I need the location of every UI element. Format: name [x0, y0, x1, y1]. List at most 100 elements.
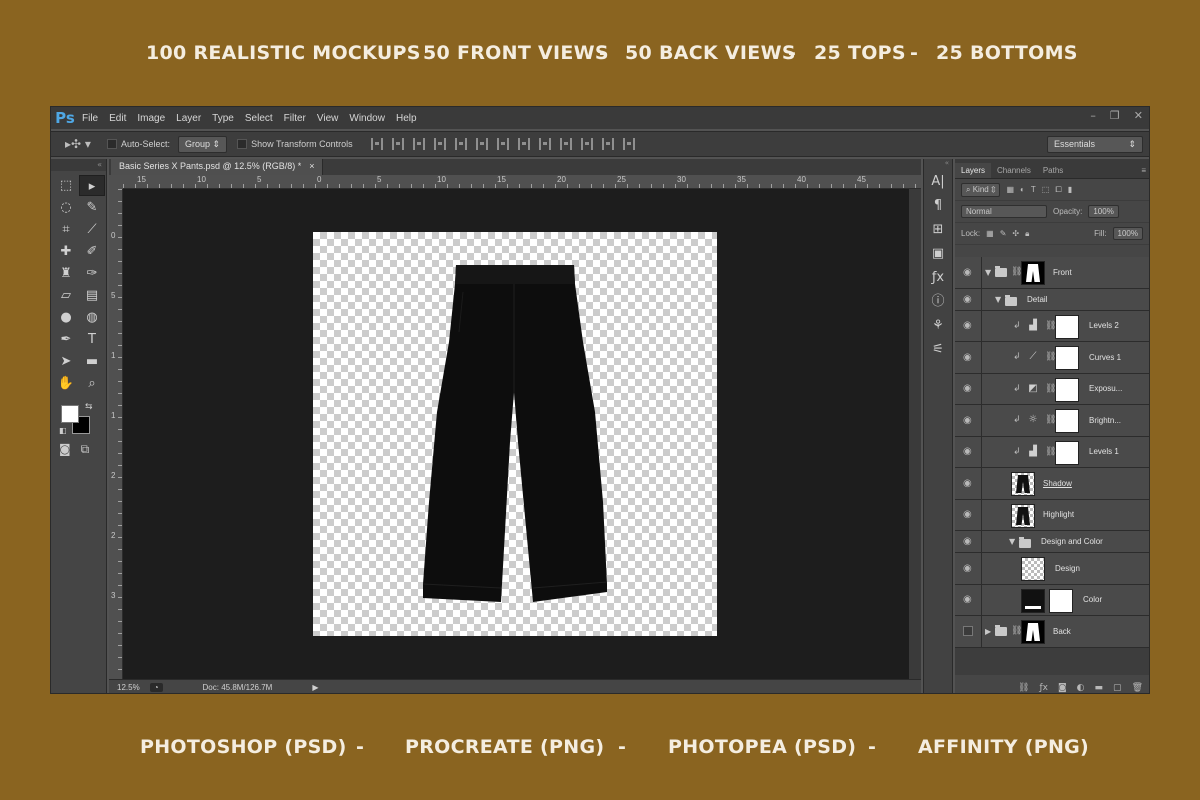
auto-select-checkbox[interactable]	[107, 139, 117, 149]
character-panel-icon[interactable]: A|	[924, 171, 952, 193]
layer-row-color[interactable]: ◉ Color	[955, 584, 1149, 616]
menu-type[interactable]: Type	[212, 113, 241, 124]
opacity-input[interactable]: 100%	[1088, 205, 1119, 218]
marquee-tool-icon[interactable]: ⬚	[53, 175, 79, 196]
visibility-eye-icon[interactable]: ◉	[963, 594, 974, 605]
close-icon[interactable]: ✕	[1134, 109, 1143, 122]
lock-position-icon[interactable]: ✣	[1012, 229, 1019, 238]
menu-file[interactable]: File	[82, 113, 105, 124]
filter-smart-icon[interactable]: ⧠	[1055, 185, 1061, 195]
healing-tool-icon[interactable]: ✚	[53, 241, 79, 262]
menu-edit[interactable]: Edit	[109, 113, 133, 124]
distribute-left-icon[interactable]	[559, 138, 572, 150]
fx-panel-icon[interactable]: ƒx	[924, 267, 952, 289]
brush-presets-panel-icon[interactable]: ⚘	[924, 315, 952, 337]
visibility-eye-icon[interactable]: ◉	[963, 267, 974, 278]
visibility-eye-icon[interactable]: ◉	[963, 383, 974, 394]
layer-row-brightness[interactable]: ◉ ↲ ☼ ⛓ Brightn...	[955, 405, 1149, 437]
zoom-level[interactable]: 12.5%	[117, 683, 140, 692]
distribute-right-icon[interactable]	[601, 138, 614, 150]
tab-layers[interactable]: Layers	[955, 163, 992, 178]
layer-row-levels-1[interactable]: ◉ ↲ ▟ ⛓ Levels 1	[955, 436, 1149, 468]
layer-row-exposure[interactable]: ◉ ↲ ◩ ⛓ Exposu...	[955, 373, 1149, 405]
visibility-eye-icon[interactable]: ◉	[963, 320, 974, 331]
new-group-icon[interactable]: ▬	[1095, 683, 1104, 693]
status-menu-arrow-icon[interactable]: ▶	[312, 683, 318, 692]
filter-type-icon[interactable]: T	[1031, 185, 1036, 194]
blend-mode-dropdown[interactable]: Normal	[961, 205, 1047, 218]
align-left-icon[interactable]	[433, 138, 446, 150]
properties-panel-icon[interactable]: ⊞	[924, 219, 952, 241]
visibility-eye-icon[interactable]: ◉	[963, 509, 974, 520]
distribute-vcenter-icon[interactable]	[517, 138, 530, 150]
filter-adjustment-icon[interactable]: ◐	[1020, 185, 1025, 194]
styles-panel-icon[interactable]: ▣	[924, 243, 952, 265]
path-select-tool-icon[interactable]: ➤	[53, 351, 79, 372]
visibility-eye-icon[interactable]: ◉	[963, 478, 974, 489]
quick-select-tool-icon[interactable]: ✎	[79, 197, 105, 218]
lock-pixels-icon[interactable]: ✎	[1000, 229, 1007, 238]
ruler-origin[interactable]	[109, 175, 123, 189]
eyedropper-tool-icon[interactable]: ⟋	[79, 219, 105, 240]
menu-layer[interactable]: Layer	[176, 113, 208, 124]
group-expand-icon[interactable]: ▼	[1009, 537, 1015, 546]
add-mask-icon[interactable]: ◙	[1058, 683, 1067, 693]
visibility-toggle-off[interactable]	[963, 626, 973, 637]
visibility-eye-icon[interactable]: ◉	[963, 446, 974, 457]
new-adjustment-icon[interactable]: ◐	[1077, 683, 1085, 693]
layer-row-levels-2[interactable]: ◉ ↲ ▟ ⛓ Levels 2	[955, 310, 1149, 342]
visibility-eye-icon[interactable]: ◉	[963, 415, 974, 426]
clone-stamp-tool-icon[interactable]: ♜	[53, 263, 79, 284]
new-layer-icon[interactable]: ▢	[1113, 683, 1122, 693]
quick-mask-icon[interactable]: ◙	[59, 442, 71, 457]
tool-presets-panel-icon[interactable]: ⚟	[924, 339, 952, 361]
lock-all-icon[interactable]: 🔒︎	[1025, 229, 1029, 239]
blur-tool-icon[interactable]: ●	[53, 307, 79, 328]
visibility-eye-icon[interactable]: ◉	[963, 294, 974, 305]
canvas-area[interactable]	[123, 189, 909, 685]
document-tab[interactable]: Basic Series X Pants.psd @ 12.5% (RGB/8)…	[111, 159, 324, 175]
workspace-dropdown[interactable]: Essentials ⇕	[1047, 136, 1143, 153]
align-top-icon[interactable]	[370, 138, 383, 150]
delete-layer-icon[interactable]: 🗑︎	[1132, 683, 1143, 693]
gradient-tool-icon[interactable]: ▤	[79, 285, 105, 306]
menu-window[interactable]: Window	[349, 113, 392, 124]
layer-style-fx-icon[interactable]: ƒx	[1039, 683, 1048, 693]
filter-kind-dropdown[interactable]: ⌕ Kind ⇕	[961, 182, 1001, 197]
align-vcenter-icon[interactable]	[391, 138, 404, 150]
auto-select-dropdown[interactable]: Group ⇕	[178, 135, 228, 153]
brush-tool-icon[interactable]: ✐	[79, 241, 105, 262]
pen-tool-icon[interactable]: ✒	[53, 329, 79, 350]
auto-align-icon[interactable]	[622, 138, 635, 150]
hand-tool-icon[interactable]: ✋	[53, 373, 79, 394]
close-tab-icon[interactable]: ×	[309, 161, 314, 173]
visibility-eye-icon[interactable]: ◉	[963, 563, 974, 574]
link-layers-icon[interactable]: ⛓	[1018, 683, 1029, 693]
zoom-tool-icon[interactable]: ⌕	[79, 373, 105, 394]
transform-controls-checkbox[interactable]	[237, 139, 248, 149]
paragraph-panel-icon[interactable]: ¶	[924, 195, 952, 217]
tab-channels[interactable]: Channels	[991, 163, 1037, 178]
layer-row-highlight[interactable]: ◉ Highlight	[955, 499, 1149, 531]
menu-view[interactable]: View	[317, 113, 346, 124]
layer-row-curves-1[interactable]: ◉ ↲ ⟋ ⛓ Curves 1	[955, 342, 1149, 374]
foreground-color-swatch[interactable]	[61, 405, 79, 423]
fill-input[interactable]: 100%	[1112, 227, 1143, 240]
distribute-top-icon[interactable]	[496, 138, 509, 150]
layer-row-back[interactable]: ▶ ⛓ Back	[955, 616, 1149, 648]
filter-shape-icon[interactable]: ⬚	[1042, 185, 1050, 194]
layer-row-front[interactable]: ◉ ▼ ⛓ Front	[955, 257, 1149, 289]
document-canvas[interactable]	[313, 232, 717, 636]
filter-pixel-icon[interactable]: ▦	[1006, 185, 1014, 194]
align-right-icon[interactable]	[475, 138, 488, 150]
menu-help[interactable]: Help	[396, 113, 424, 124]
layer-row-shadow[interactable]: ◉ Shadow	[955, 468, 1149, 500]
type-tool-icon[interactable]: T	[79, 329, 105, 350]
visibility-eye-icon[interactable]: ◉	[963, 352, 974, 363]
dock-collapse-icon[interactable]: «	[924, 159, 952, 169]
minimize-icon[interactable]: –	[1090, 109, 1096, 122]
shape-tool-icon[interactable]: ▬	[79, 351, 105, 372]
move-tool-preset-icon[interactable]: ▸✣ ▾	[59, 134, 97, 154]
swap-colors-icon[interactable]: ⇆	[85, 402, 93, 412]
canvas-vertical-scrollbar[interactable]	[909, 189, 921, 685]
